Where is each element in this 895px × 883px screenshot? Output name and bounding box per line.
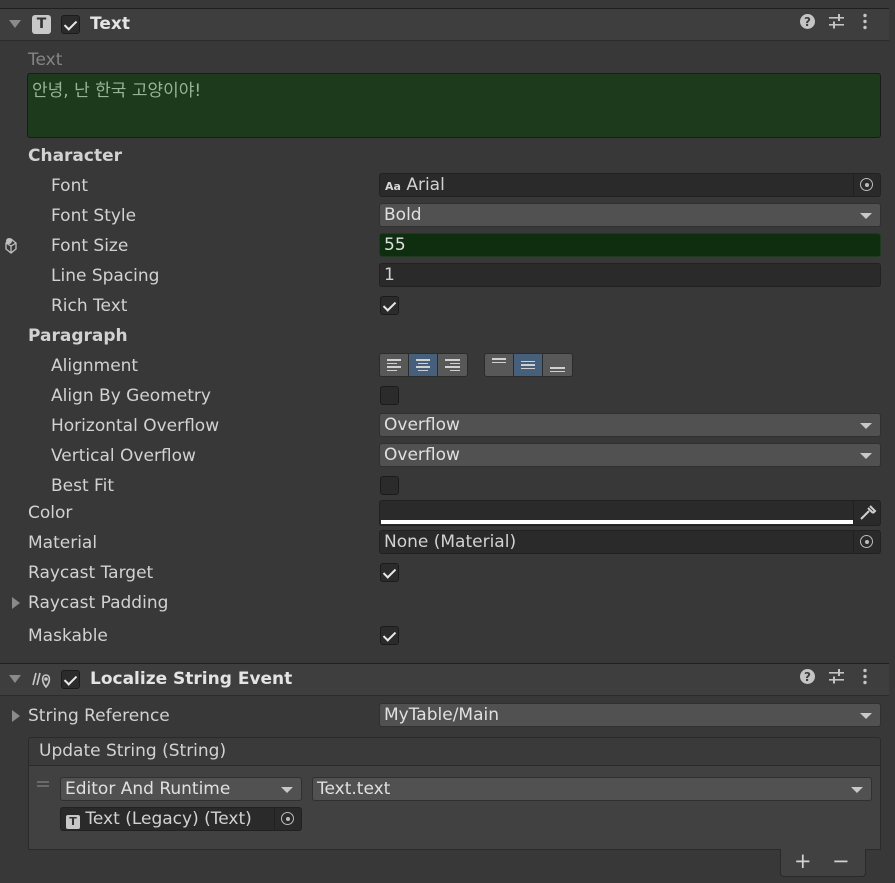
presets-icon[interactable] [828,13,845,34]
align-left-icon[interactable] [380,354,409,376]
string-reference-label[interactable]: String Reference [28,706,170,726]
presets-icon[interactable] [828,668,845,689]
vertical-overflow-label: Vertical Overflow [51,446,196,466]
raycast-padding-foldout-icon[interactable] [12,597,20,609]
text-component-icon: T [32,15,51,34]
raycast-padding-label[interactable]: Raycast Padding [28,593,168,613]
font-size-value: 55 [384,235,406,255]
maskable-label: Maskable [28,626,108,646]
svg-text:?: ? [804,15,811,29]
object-picker-icon[interactable] [853,174,880,196]
rich-text-label: Rich Text [51,296,128,316]
kebab-menu-icon[interactable] [861,13,869,34]
font-style-label: Font Style [51,206,137,226]
drag-handle-icon[interactable] [37,781,49,787]
dropdown-arrow-icon [860,423,872,429]
localize-component-header[interactable]: Localize String Event ? [0,663,889,696]
prefab-override-icon [4,237,24,260]
remove-listener-button[interactable]: − [832,849,850,873]
align-center-icon[interactable] [409,354,438,376]
event-mode-dropdown[interactable]: Editor And Runtime [60,777,302,801]
vertical-overflow-value: Overflow [384,445,460,465]
color-field[interactable] [379,500,881,526]
character-section-label: Character [28,146,123,166]
horizontal-overflow-value: Overflow [384,415,460,435]
raycast-target-checkbox[interactable] [380,563,399,582]
event-function-dropdown[interactable]: Text.text [312,777,872,801]
component-title: Text [90,14,130,34]
paragraph-section-label: Paragraph [28,326,128,346]
maskable-checkbox[interactable] [380,626,399,645]
align-middle-icon[interactable] [514,354,543,376]
alignment-label: Alignment [51,356,139,376]
text-component-header[interactable]: T Text ? [0,8,889,41]
eyedropper-icon[interactable] [853,501,880,525]
font-style-value: Bold [384,205,422,225]
material-object-field[interactable]: None (Material) [379,530,881,554]
event-mode-value: Editor And Runtime [65,779,231,799]
dropdown-arrow-icon [860,213,872,219]
update-string-event-header: Update String (String) [28,737,881,766]
svg-text:?: ? [804,670,811,684]
text-label: Text [28,50,63,70]
kebab-menu-icon[interactable] [861,668,869,689]
raycast-target-label: Raycast Target [28,563,154,583]
color-swatch [381,520,853,524]
vertical-alignment-group[interactable] [484,353,573,377]
font-label: Font [51,176,89,196]
align-by-geometry-checkbox[interactable] [380,386,399,405]
line-spacing-value: 1 [384,265,395,285]
dropdown-arrow-icon [860,713,872,719]
event-function-value: Text.text [317,779,391,799]
best-fit-label: Best Fit [51,476,114,496]
font-style-dropdown[interactable]: Bold [379,203,881,227]
dropdown-arrow-icon [851,787,863,793]
font-object-field[interactable]: Aa Arial [379,173,881,197]
align-by-geometry-label: Align By Geometry [51,386,211,406]
object-picker-icon[interactable] [274,808,301,830]
string-reference-value: MyTable/Main [384,705,499,725]
material-value: None (Material) [384,532,517,552]
help-icon[interactable]: ? [799,668,816,689]
event-target-value: Text (Legacy) (Text) [85,809,252,829]
localize-component-icon [30,669,54,694]
best-fit-checkbox[interactable] [380,476,399,495]
text-enabled-checkbox[interactable] [61,15,80,34]
font-size-field[interactable]: 55 [379,233,881,257]
object-picker-icon[interactable] [853,531,880,553]
update-string-label: Update String (String) [39,741,227,761]
font-value: Arial [406,175,445,195]
string-reference-foldout-icon[interactable] [12,710,20,722]
text-component-icon: T [66,815,80,829]
dropdown-arrow-icon [860,453,872,459]
dropdown-arrow-icon [281,787,293,793]
horizontal-overflow-label: Horizontal Overflow [51,416,220,436]
foldout-arrow-icon[interactable] [9,20,21,28]
font-size-label: Font Size [51,236,129,256]
list-footer: + − [780,849,866,877]
string-reference-dropdown[interactable]: MyTable/Main [379,703,881,727]
add-listener-button[interactable]: + [794,849,812,873]
horizontal-alignment-group[interactable] [379,353,468,377]
rich-text-checkbox[interactable] [380,296,399,315]
update-string-event-list: Editor And Runtime Text.text T Text (Leg… [28,765,881,850]
horizontal-overflow-dropdown[interactable]: Overflow [379,413,881,437]
vertical-overflow-dropdown[interactable]: Overflow [379,443,881,467]
color-label: Color [28,503,73,523]
line-spacing-field[interactable]: 1 [379,263,881,287]
align-right-icon[interactable] [438,354,467,376]
align-top-icon[interactable] [485,354,514,376]
line-spacing-label: Line Spacing [51,266,160,286]
align-bottom-icon[interactable] [543,354,572,376]
component-title: Localize String Event [90,669,293,689]
help-icon[interactable]: ? [799,13,816,34]
font-asset-icon: Aa [385,180,401,193]
localize-enabled-checkbox[interactable] [61,670,80,689]
foldout-arrow-icon[interactable] [9,675,21,683]
material-label: Material [28,533,98,553]
text-input-area[interactable]: 안녕, 난 한국 고양이야! [27,73,881,138]
event-target-object-field[interactable]: T Text (Legacy) (Text) [60,807,302,831]
text-value: 안녕, 난 한국 고양이야! [32,81,202,101]
